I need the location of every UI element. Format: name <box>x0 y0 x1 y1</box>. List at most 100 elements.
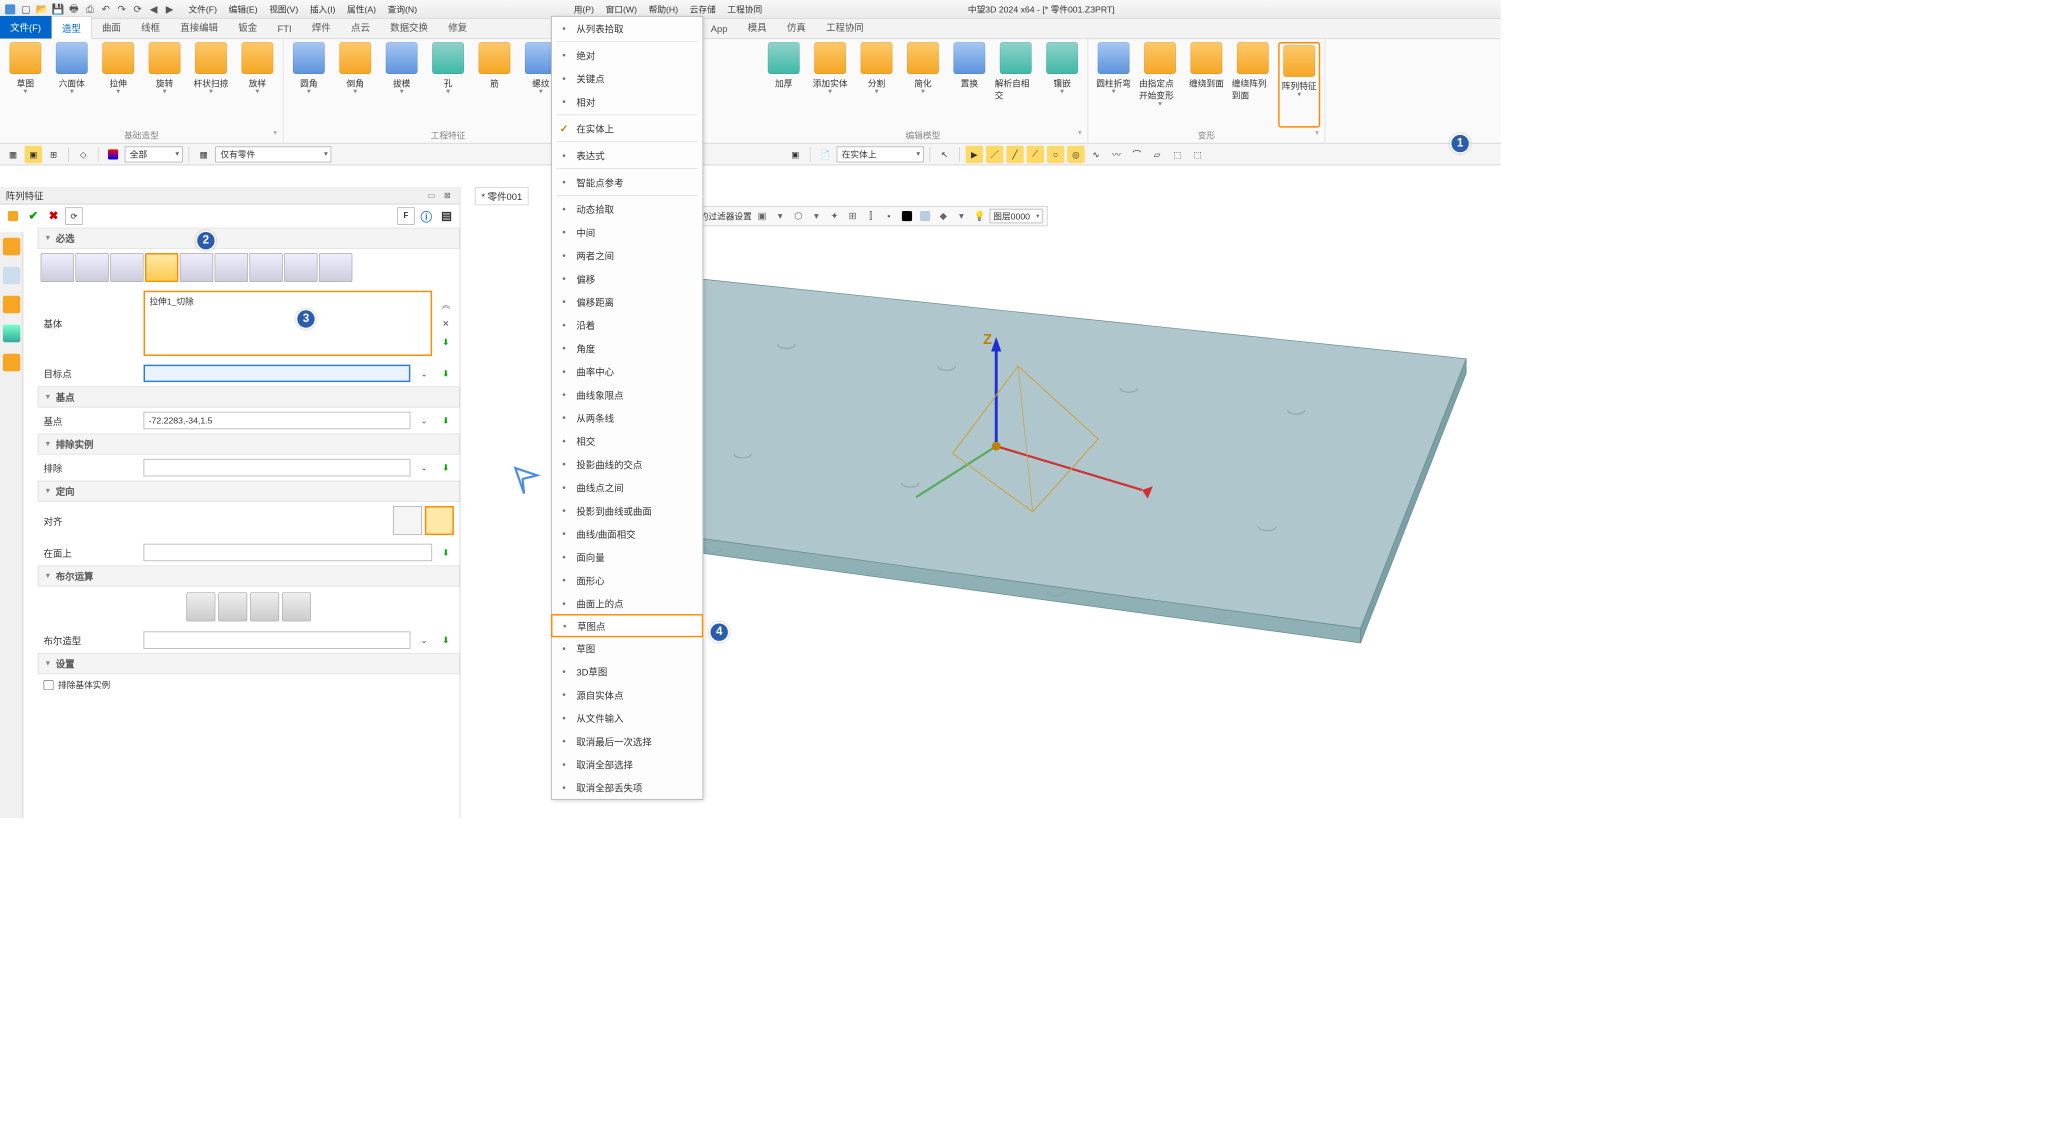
vt-bulb-icon[interactable]: 💡 <box>972 208 988 224</box>
bool-int[interactable] <box>282 592 311 621</box>
pattern-linear[interactable] <box>41 253 74 282</box>
menu-item[interactable]: •曲线点之间 <box>552 476 703 499</box>
menu-item[interactable]: •面形心 <box>552 568 703 591</box>
tool-sweep[interactable]: 杆状扫掠▾ <box>190 42 232 128</box>
vt-drop3-icon[interactable]: ▾ <box>953 208 969 224</box>
ex-drop-icon[interactable]: ⌄ <box>416 460 432 476</box>
menu-item[interactable]: •动态拾取 <box>552 197 703 220</box>
section-exclude[interactable]: 排除实例 <box>38 434 460 455</box>
menu-item[interactable]: •智能点参考 <box>552 170 703 193</box>
tb-circ2-icon[interactable]: ◎ <box>1067 145 1084 162</box>
tool-loft[interactable]: 放样▾ <box>236 42 278 128</box>
menu-use[interactable]: 用(P) <box>568 3 600 15</box>
reset-icon[interactable] <box>4 207 21 224</box>
new-icon[interactable]: ▢ <box>19 2 34 17</box>
tool-wrapface[interactable]: 缠绕到面 <box>1185 42 1227 128</box>
bool-add[interactable] <box>218 592 247 621</box>
menu-item[interactable]: •从文件输入 <box>552 706 703 729</box>
vt-dot-icon[interactable]: • <box>881 208 897 224</box>
bool-none[interactable] <box>186 592 215 621</box>
vt-wire-icon[interactable]: ⬡ <box>790 208 806 224</box>
menu-insert[interactable]: 插入(I) <box>304 3 341 15</box>
tool-simplify[interactable]: 简化▾ <box>902 42 944 128</box>
ex-pick-icon[interactable]: ⬇ <box>438 460 454 476</box>
batch-icon[interactable]: ⎙ <box>83 2 98 17</box>
tool-wraparray[interactable]: 缠绕阵列到面 <box>1232 42 1274 128</box>
menu-item[interactable]: •曲线/曲面相交 <box>552 522 703 545</box>
tb-circ1-icon[interactable]: ○ <box>1047 145 1064 162</box>
menu-item[interactable]: •投影曲线的交点 <box>552 452 703 475</box>
align-opt1[interactable] <box>393 506 422 535</box>
undo-icon[interactable]: ↶ <box>99 2 114 17</box>
menu-help[interactable]: 帮助(H) <box>643 3 684 15</box>
target-pick-icon[interactable]: ⬇ <box>438 365 454 381</box>
tab-pointcloud[interactable]: 点云 <box>341 16 380 38</box>
section-basepoint[interactable]: 基点 <box>38 386 460 407</box>
lefticon-1[interactable] <box>3 238 20 255</box>
of-pick-icon[interactable]: ⬇ <box>438 544 454 560</box>
tool-revolve[interactable]: 旋转▾ <box>144 42 186 128</box>
menu-item[interactable]: •3D草图 <box>552 660 703 683</box>
vt-layer-combo[interactable]: 图层0000 <box>990 209 1043 224</box>
redo-icon[interactable]: ↷ <box>115 2 130 17</box>
app-icon[interactable] <box>3 2 18 17</box>
tab-fti[interactable]: FTI <box>267 19 301 39</box>
menu-item[interactable]: •角度 <box>552 336 703 359</box>
cancel-button[interactable]: ✖ <box>45 207 62 224</box>
input-target[interactable] <box>144 365 411 382</box>
section-boolean[interactable]: 布尔运算 <box>38 566 460 587</box>
refresh-icon[interactable]: ⟳ <box>131 2 146 17</box>
tab-exchange[interactable]: 数据交换 <box>380 16 438 38</box>
tool-hole[interactable]: 孔▾ <box>427 42 469 128</box>
tool-pointdeform[interactable]: 由指定点开始变形▾ <box>1139 42 1181 128</box>
menu-item[interactable]: •偏移 <box>552 267 703 290</box>
menu-item[interactable]: •草图 <box>552 637 703 660</box>
tool-addbody[interactable]: 添加实体▾ <box>809 42 851 128</box>
tab-wireframe[interactable]: 线框 <box>131 16 170 38</box>
tb-arc-icon[interactable]: ⌒ <box>1128 145 1145 162</box>
tb-arrow-icon[interactable]: ↖ <box>936 145 953 162</box>
tb-select-icon[interactable]: ▣ <box>25 145 42 162</box>
menu-file[interactable]: 文件(F) <box>183 3 223 15</box>
align-opt2[interactable] <box>425 506 454 535</box>
menu-item[interactable]: •从两条线 <box>552 406 703 429</box>
tab-sheetmetal[interactable]: 钣金 <box>228 16 267 38</box>
menu-item[interactable]: •投影到曲线或曲面 <box>552 499 703 522</box>
f-button[interactable]: F <box>397 207 414 224</box>
menu-item[interactable]: •表达式 <box>552 144 703 167</box>
combo-onentity[interactable]: 在实体上 <box>837 146 924 162</box>
down-icon[interactable]: ⬇ <box>438 334 454 350</box>
input-onface[interactable] <box>144 544 433 561</box>
combo-partonly[interactable]: 仅有零件 <box>215 146 331 162</box>
bool-sub[interactable] <box>250 592 279 621</box>
tool-sketch[interactable]: 草图▾ <box>4 42 46 128</box>
menu-item[interactable]: •曲线象限点 <box>552 383 703 406</box>
tb-line3-icon[interactable]: ⟋ <box>1027 145 1044 162</box>
tab-app[interactable]: App <box>701 19 738 39</box>
tb-ext1-icon[interactable]: ⬚ <box>1169 145 1186 162</box>
tb-page-icon[interactable]: 📄 <box>816 145 833 162</box>
pattern-fill[interactable] <box>284 253 317 282</box>
vt-drop2-icon[interactable]: ▾ <box>808 208 824 224</box>
tool-replace[interactable]: 置换 <box>948 42 990 128</box>
bt-drop-icon[interactable]: ⌄ <box>416 632 432 648</box>
input-booltype[interactable] <box>144 631 411 648</box>
tb-filter1-icon[interactable]: ⊞ <box>45 145 62 162</box>
vt-drop1-icon[interactable]: ▾ <box>772 208 788 224</box>
tab-repair[interactable]: 修复 <box>438 16 477 38</box>
ok-button[interactable]: ✔ <box>25 207 42 224</box>
tab-mold[interactable]: 模具 <box>738 16 777 38</box>
lefticon-4[interactable] <box>3 325 20 342</box>
panel-min-icon[interactable]: ▭ <box>425 189 438 202</box>
tab-collab[interactable]: 工程协同 <box>816 16 874 38</box>
tb-ext2-icon[interactable]: ⬚ <box>1189 145 1206 162</box>
menu-item[interactable]: •相对 <box>552 90 703 113</box>
tool-split[interactable]: 分割▾ <box>856 42 898 128</box>
tool-box[interactable]: 六面体▾ <box>51 42 93 128</box>
tb-wave1-icon[interactable]: ∿ <box>1088 145 1105 162</box>
tb-color-icon[interactable] <box>104 145 121 162</box>
bp-pick-icon[interactable]: ⬇ <box>438 413 454 429</box>
tb-wave2-icon[interactable]: 〰 <box>1108 145 1125 162</box>
section-required[interactable]: 必选 <box>38 228 460 249</box>
menu-item[interactable]: •中间 <box>552 220 703 243</box>
